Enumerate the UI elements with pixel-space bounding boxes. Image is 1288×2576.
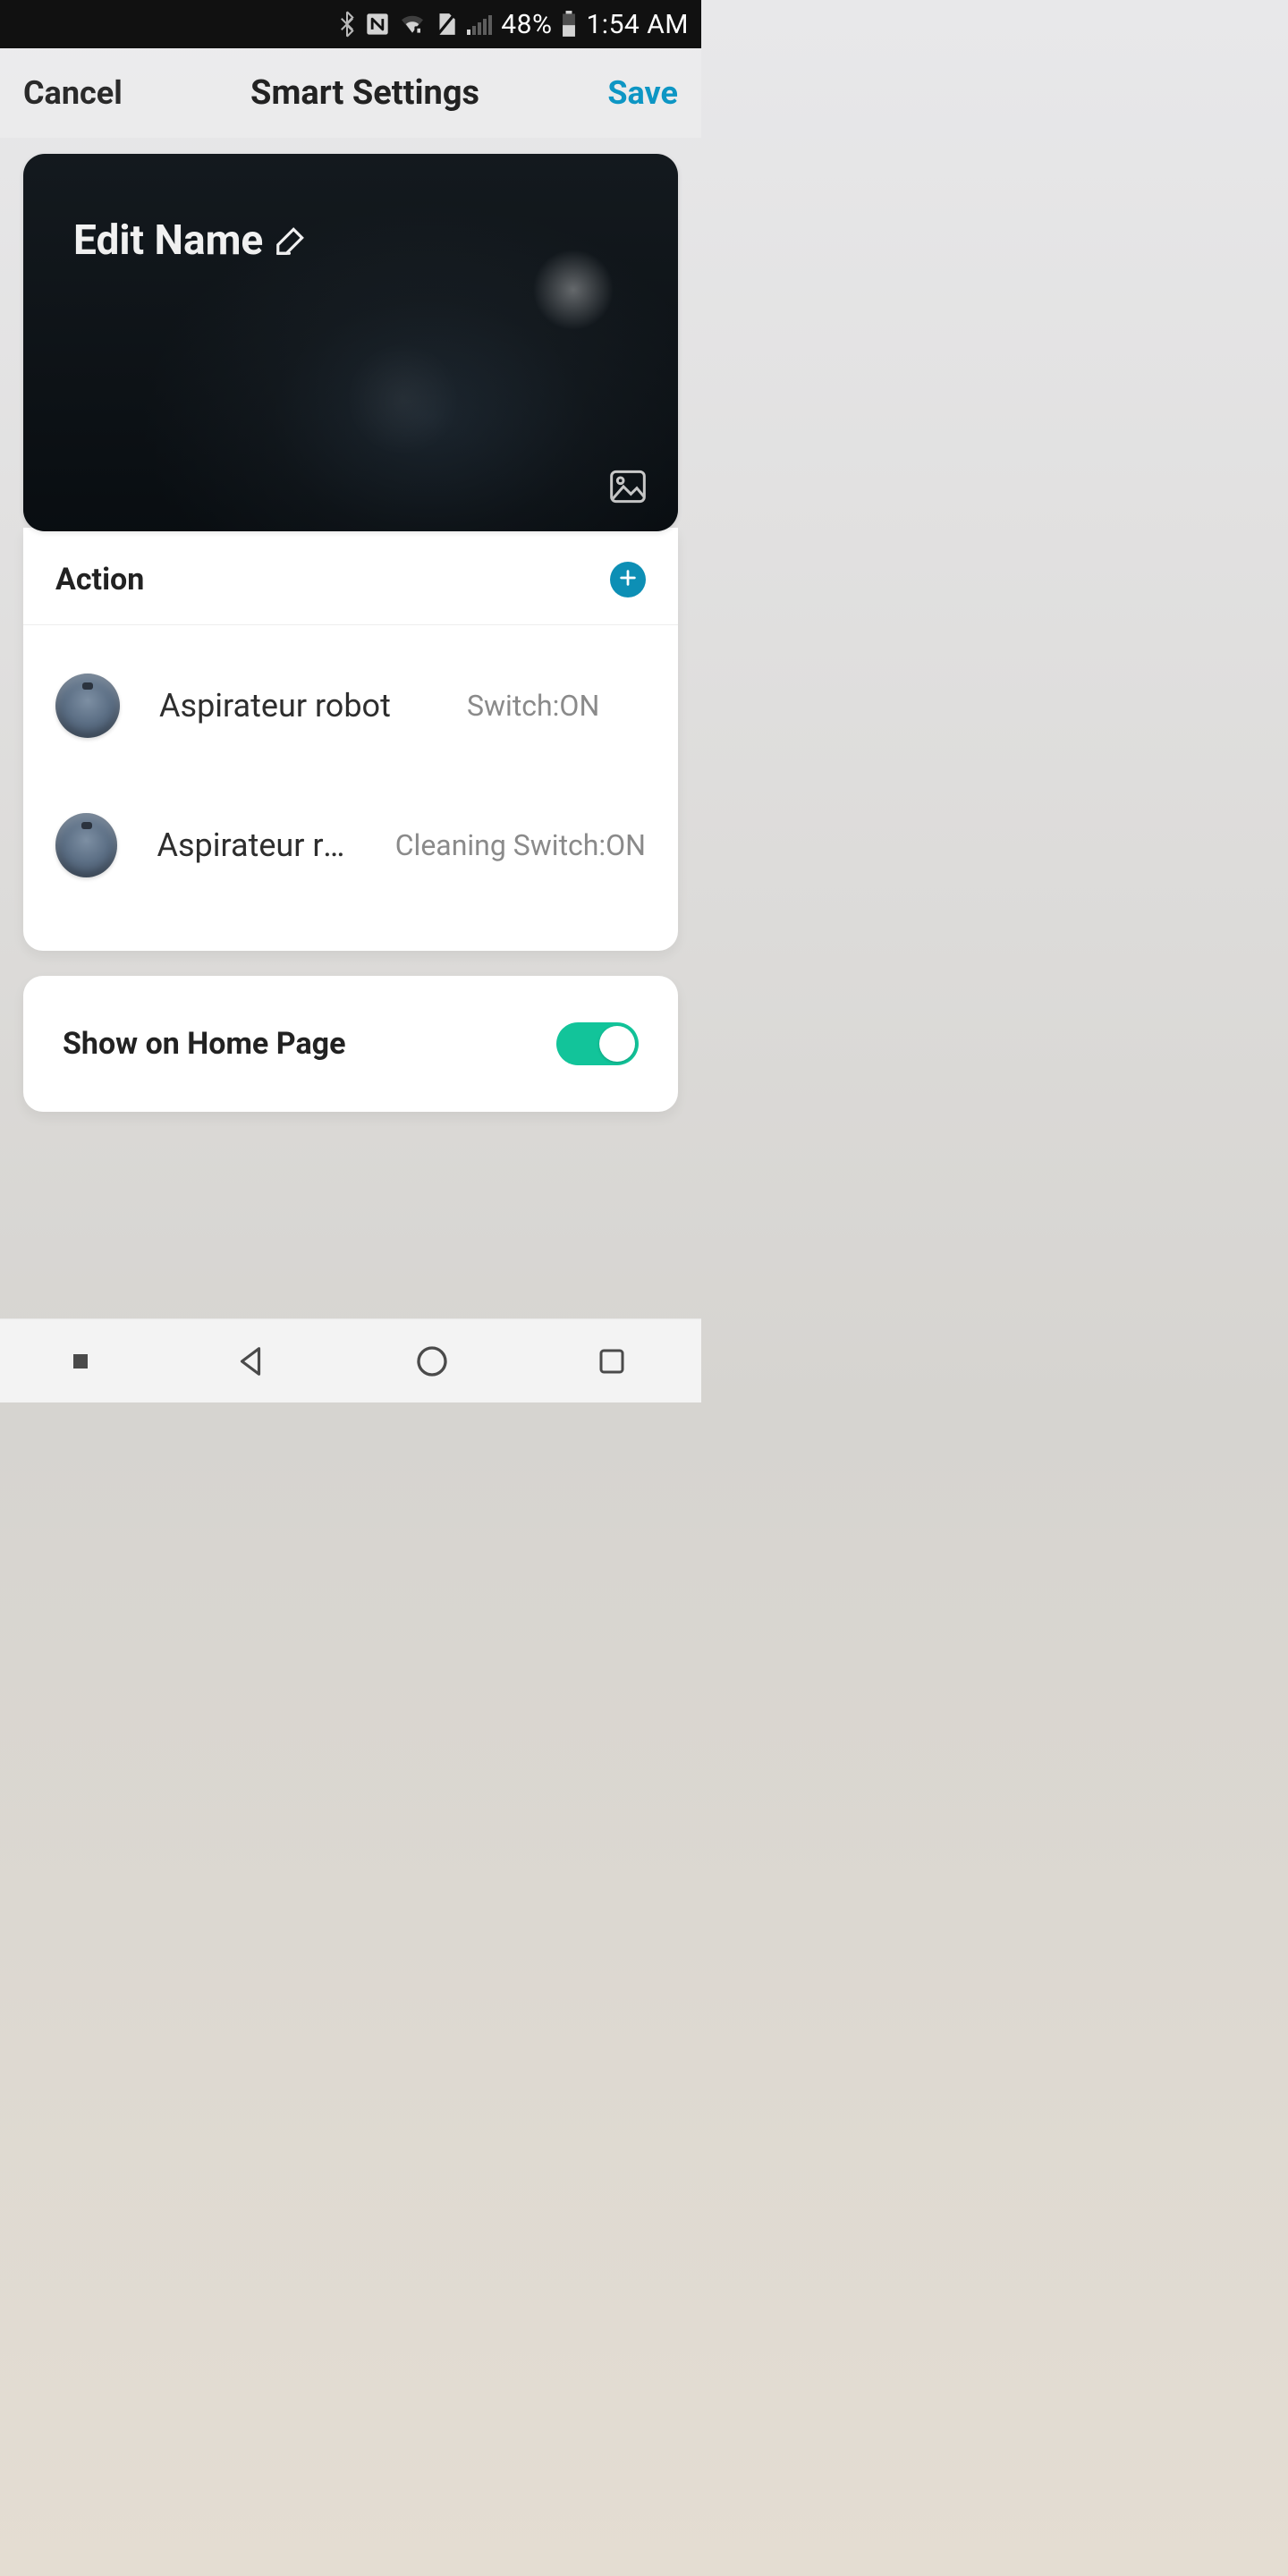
robot-vacuum-icon bbox=[55, 674, 120, 738]
nav-back-button[interactable] bbox=[233, 1344, 267, 1378]
action-card: Action Aspirateur robot Switch:ON Aspira… bbox=[23, 528, 678, 951]
nav-recents-button[interactable] bbox=[596, 1345, 628, 1377]
bluetooth-icon bbox=[338, 11, 356, 38]
action-item-name: Aspirateur robot bbox=[159, 687, 428, 724]
app-header: Cancel Smart Settings Save bbox=[0, 48, 701, 138]
hero-image: Edit Name bbox=[23, 154, 678, 531]
system-nav-bar bbox=[0, 1318, 701, 1402]
plus-icon bbox=[618, 568, 638, 591]
action-item-state: Switch:ON bbox=[467, 689, 599, 723]
action-item-name: Aspirateur ro… bbox=[157, 826, 355, 864]
signal-icon bbox=[467, 13, 492, 35]
battery-percent: 48% bbox=[501, 9, 552, 40]
nav-notification-icon[interactable] bbox=[73, 1354, 88, 1368]
show-on-home-label: Show on Home Page bbox=[63, 1026, 345, 1062]
image-icon bbox=[608, 491, 648, 508]
action-item[interactable]: Aspirateur ro… Cleaning Switch:ON bbox=[55, 786, 646, 926]
pencil-icon bbox=[274, 224, 308, 258]
scene-name: Edit Name bbox=[73, 216, 263, 265]
nav-home-button[interactable] bbox=[414, 1343, 450, 1379]
save-button[interactable]: Save bbox=[607, 74, 678, 112]
wifi-icon bbox=[399, 13, 426, 35]
add-action-button[interactable] bbox=[610, 562, 646, 597]
robot-vacuum-icon bbox=[55, 813, 117, 877]
edit-name-button[interactable]: Edit Name bbox=[73, 216, 308, 265]
status-bar: 48% 1:54 AM bbox=[0, 0, 701, 48]
page-title: Smart Settings bbox=[250, 73, 479, 113]
change-image-button[interactable] bbox=[608, 469, 648, 508]
nfc-icon bbox=[365, 12, 390, 37]
no-sim-icon bbox=[435, 12, 458, 37]
action-item-state: Cleaning Switch:ON bbox=[395, 828, 646, 862]
cancel-button[interactable]: Cancel bbox=[23, 74, 123, 112]
battery-icon bbox=[561, 11, 577, 38]
show-on-home-toggle[interactable] bbox=[556, 1022, 639, 1065]
clock: 1:54 AM bbox=[586, 9, 689, 40]
action-item[interactable]: Aspirateur robot Switch:ON bbox=[55, 625, 646, 786]
show-on-home-card: Show on Home Page bbox=[23, 976, 678, 1112]
action-heading: Action bbox=[55, 562, 144, 597]
toggle-thumb bbox=[599, 1026, 635, 1062]
